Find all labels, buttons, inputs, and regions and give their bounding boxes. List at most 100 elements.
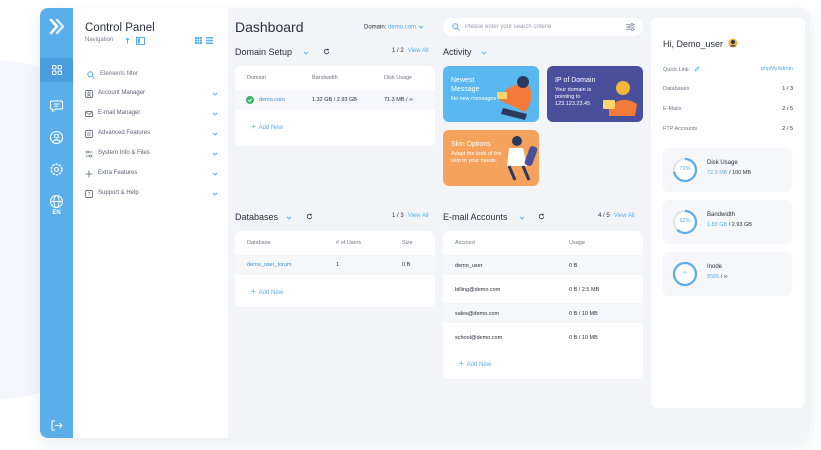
domain-selector[interactable]: Domain: demo.com xyxy=(364,24,424,31)
email-add-new-button[interactable]: + Add New xyxy=(459,359,491,368)
search-bar xyxy=(443,18,643,36)
logout-icon[interactable] xyxy=(49,418,64,433)
email-account[interactable]: demo_user xyxy=(455,263,483,269)
domain-disk-usage: 71.3 MB / ∞ xyxy=(384,97,413,103)
domain-name[interactable]: demo.com xyxy=(259,97,285,103)
usage-ring-text: 62% xyxy=(679,218,691,224)
stat-row-databases: Databases 1 / 3 xyxy=(663,86,793,96)
chevron-down-icon xyxy=(212,132,218,136)
features-icon xyxy=(85,130,93,138)
column-header: Bandwidth xyxy=(312,75,338,81)
email-usage: 0 B xyxy=(569,263,578,269)
refresh-icon[interactable] xyxy=(538,213,545,220)
sidebar-item-extra-features[interactable]: Extra Features xyxy=(85,168,218,180)
usage-value: 8565 / ∞ xyxy=(707,274,728,280)
column-header: Domain xyxy=(247,75,266,81)
add-new-label: Add New xyxy=(258,125,284,131)
domain-add-new-button[interactable]: + Add New xyxy=(251,122,283,131)
database-users: 1 xyxy=(336,262,340,268)
rail-dashboard-button[interactable] xyxy=(40,58,73,82)
logo-icon[interactable] xyxy=(48,18,65,35)
activity-tile-skin[interactable]: Skin Options Adapt the look of the skin … xyxy=(443,130,539,186)
side-navigation: Control Panel Navigation Elements filter… xyxy=(73,8,228,438)
email-accounts-title: E-mail Accounts xyxy=(443,212,508,222)
column-header: Usage xyxy=(569,240,585,246)
usage-value: 1.83 GB / 2.93 GB xyxy=(707,222,752,228)
tile-text: Your domain is pointing to 123.123.23.45 xyxy=(555,87,592,107)
mail-icon xyxy=(85,111,93,117)
grid-icon xyxy=(52,65,62,75)
chevron-down-icon xyxy=(212,152,218,156)
user-icon[interactable] xyxy=(49,130,64,145)
tile-title: Newest Message xyxy=(451,76,491,94)
elements-filter-placeholder: Elements filter xyxy=(100,71,139,77)
usage-card-disk[interactable]: 72% Disk Usage 72.3 MB / 100 MB xyxy=(663,148,792,192)
databases-view-all-link[interactable]: View All xyxy=(408,213,429,219)
elements-filter[interactable]: Elements filter xyxy=(85,68,223,82)
edit-icon[interactable] xyxy=(694,66,700,72)
sidebar-item-email-manager[interactable]: E-mail Manager xyxy=(85,108,218,120)
message-icon[interactable] xyxy=(49,98,64,113)
grid-view-icon[interactable] xyxy=(195,37,202,44)
stat-value: 2 / 5 xyxy=(782,106,793,112)
sidebar-item-system-info[interactable]: System Info & Files xyxy=(85,148,218,160)
avatar-icon xyxy=(728,38,738,48)
chevron-down-icon[interactable] xyxy=(286,215,292,221)
sidebar-item-account-manager[interactable]: Account Manager xyxy=(85,88,218,100)
gear-icon[interactable] xyxy=(49,162,64,177)
email-account[interactable]: school@demo.com xyxy=(455,335,502,341)
usage-card-bandwidth[interactable]: 62% Bandwidth 1.83 GB / 2.93 GB xyxy=(663,200,792,244)
list-view-icon[interactable] xyxy=(206,37,213,44)
globe-icon[interactable] xyxy=(49,194,64,209)
column-header: Size xyxy=(402,240,413,246)
sidebar-item-advanced-features[interactable]: Advanced Features xyxy=(85,128,218,140)
user-panel: Hi, Demo_user Quick Link: phpMyAdmin Dat… xyxy=(651,18,805,408)
databases-card: Database # of Users Size demo_user_forum… xyxy=(235,231,435,307)
usage-ring-text: ∞ xyxy=(683,270,687,276)
sidebar-item-label: Advanced Features xyxy=(98,130,151,136)
refresh-icon[interactable] xyxy=(306,213,313,220)
refresh-icon[interactable] xyxy=(323,48,330,55)
email-account[interactable]: sales@demo.com xyxy=(455,311,499,317)
user-greeting: Hi, Demo_user xyxy=(663,38,738,49)
sidebar-item-label: Support & Help xyxy=(98,190,139,196)
chevron-down-icon[interactable] xyxy=(519,215,525,221)
database-name[interactable]: demo_user_forum xyxy=(247,262,292,268)
layout-toggle-icon[interactable] xyxy=(136,37,145,45)
plus-icon: + xyxy=(459,359,464,368)
database-size: 0 B xyxy=(402,262,411,268)
domain-pager-count: 1 / 2 xyxy=(392,48,404,54)
plus-icon xyxy=(85,170,93,178)
usage-value: 72.3 MB / 100 MB xyxy=(707,170,752,176)
domain-view-all-link[interactable]: View All xyxy=(408,48,429,54)
quick-link-value[interactable]: phpMyAdmin xyxy=(761,66,793,72)
activity-tile-messages[interactable]: Newest Message No new messages xyxy=(443,66,539,122)
usage-card-inode[interactable]: ∞ Inode 8565 / ∞ xyxy=(663,252,792,296)
column-header: Disk Usage xyxy=(384,75,413,81)
sidebar-item-label: System Info & Files xyxy=(98,150,150,156)
column-header: Account xyxy=(455,240,475,246)
chevron-down-icon[interactable] xyxy=(303,50,309,56)
email-usage: 0 B / 10 MB xyxy=(569,335,598,341)
email-view-all-link[interactable]: View All xyxy=(614,213,635,219)
language-label[interactable]: EN xyxy=(40,210,73,216)
add-new-label: Add New xyxy=(466,362,492,368)
pin-icon[interactable] xyxy=(124,37,131,44)
usage-ring-text: 72% xyxy=(679,166,691,172)
chevron-down-icon[interactable] xyxy=(481,50,487,56)
stat-value: 2 / 5 xyxy=(782,126,793,132)
sliders-icon xyxy=(85,150,93,158)
database-add-new-button[interactable]: + Add New xyxy=(251,287,283,296)
sidebar-item-label: Account Manager xyxy=(98,90,146,96)
filter-settings-icon[interactable] xyxy=(626,23,635,31)
email-pager: 4 / 5 View All xyxy=(598,213,635,219)
search-input[interactable] xyxy=(465,22,615,32)
sidebar-item-support-help[interactable]: ? Support & Help xyxy=(85,188,218,200)
activity-tile-ip[interactable]: IP of Domain Your domain is pointing to … xyxy=(547,66,643,122)
email-account[interactable]: billing@demo.com xyxy=(455,287,500,293)
quick-link-row: Quick Link: phpMyAdmin xyxy=(663,66,793,76)
quick-link-label-text: Quick Link: xyxy=(663,67,691,73)
navigation-label: Navigation xyxy=(85,37,114,43)
icon-rail: EN xyxy=(40,8,73,438)
stat-label: FTP Accounts xyxy=(663,126,698,132)
